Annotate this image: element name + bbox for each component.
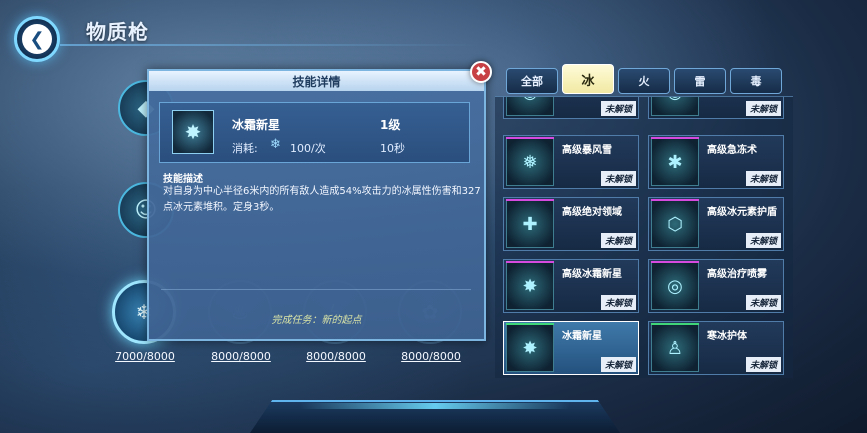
skill-tile[interactable]: ◉ 未解锁 [648, 97, 784, 119]
tab-fire[interactable]: 火 [618, 68, 670, 94]
back-arrow-icon: ❮ [22, 24, 52, 54]
ice-armor-icon: ♙ [651, 324, 699, 372]
locked-badge: 未解锁 [600, 357, 636, 372]
skill-tile[interactable]: ♙ 寒冰护体 未解锁 [648, 321, 784, 375]
back-button[interactable]: ❮ [14, 16, 60, 62]
skill-tile-name: 寒冰护体 [707, 331, 747, 342]
rarity-bar [651, 323, 699, 325]
close-button[interactable]: ✖ [470, 61, 492, 83]
skill-tile-name: 高级冰元素护盾 [707, 207, 777, 218]
bottom-glow [300, 403, 570, 409]
weapon-slot-value: 8000/8000 [306, 350, 366, 363]
popup-title: 技能详情 [149, 71, 484, 91]
skill-list[interactable]: ◉ 未解锁 ◉ 未解锁 ❅ 高级暴风雪 未解锁 ✱ 高级急冻术 未解锁 ✚ 高级… [495, 96, 793, 378]
skill-tile[interactable]: ❅ 高级暴风雪 未解锁 [503, 135, 639, 189]
skill-tile-name: 高级治疗喷雾 [707, 269, 767, 280]
skill-tile[interactable]: ✱ 高级急冻术 未解锁 [648, 135, 784, 189]
locked-badge: 未解锁 [745, 233, 781, 248]
description-title: 技能描述 [163, 174, 203, 185]
rarity-bar [506, 199, 554, 201]
header-divider [60, 44, 480, 46]
rarity-bar [651, 199, 699, 201]
ice-shield-icon: ⬡ [651, 200, 699, 248]
weapon-slot-value: 8000/8000 [211, 350, 271, 363]
skill-tile-name: 高级暴风雪 [562, 145, 612, 156]
tab-ice[interactable]: 冰 [562, 64, 614, 94]
task-requirement: 完成任务：新的起点 [271, 315, 362, 326]
skill-tile[interactable]: ⬡ 高级冰元素护盾 未解锁 [648, 197, 784, 251]
skill-tile-selected[interactable]: ✸ 冰霜新星 未解锁 [503, 321, 639, 375]
skill-level: 1级 [380, 118, 401, 132]
skill-cooldown: 10秒 [380, 142, 405, 155]
rarity-bar [506, 323, 554, 325]
skill-tile[interactable]: ◎ 高级治疗喷雾 未解锁 [648, 259, 784, 313]
locked-badge: 未解锁 [745, 295, 781, 310]
skill-tile[interactable]: ✚ 高级绝对领域 未解锁 [503, 197, 639, 251]
skill-name: 冰霜新星 [232, 118, 281, 132]
element-tabs: 全部 冰 火 雷 毒 [506, 64, 786, 96]
skill-icon: ◉ [651, 97, 699, 116]
healing-spray-icon: ◎ [651, 262, 699, 310]
skill-card: ✸ 冰霜新星 1级 消耗: ❄ 100/次 10秒 [159, 102, 470, 163]
locked-badge: 未解锁 [600, 171, 636, 186]
snowflake-icon: ❄ [270, 137, 281, 152]
rarity-bar [651, 137, 699, 139]
deep-freeze-icon: ✱ [651, 138, 699, 186]
skill-icon: ◉ [506, 97, 554, 116]
weapon-slot-value: 7000/8000 [115, 350, 175, 363]
locked-badge: 未解锁 [745, 171, 781, 186]
tab-poison[interactable]: 毒 [730, 68, 782, 94]
rarity-bar [506, 137, 554, 139]
close-icon: ✖ [475, 64, 487, 80]
frost-nova-icon: ✸ [172, 110, 214, 154]
skill-tile[interactable]: ✸ 高级冰霜新星 未解锁 [503, 259, 639, 313]
skill-cost-label: 消耗: [232, 142, 258, 155]
weapon-slot-value: 8000/8000 [401, 350, 461, 363]
skill-tile-name: 高级绝对领域 [562, 207, 622, 218]
skill-tile-name: 冰霜新星 [562, 331, 602, 342]
locked-badge: 未解锁 [745, 357, 781, 372]
tab-thunder[interactable]: 雷 [674, 68, 726, 94]
rarity-bar [651, 261, 699, 263]
skill-tile[interactable]: ◉ 未解锁 [503, 97, 639, 119]
popup-divider [161, 289, 471, 290]
locked-badge: 未解锁 [745, 101, 781, 116]
frost-nova-icon: ✸ [506, 324, 554, 372]
locked-badge: 未解锁 [600, 233, 636, 248]
skill-tile-name: 高级冰霜新星 [562, 269, 622, 280]
locked-badge: 未解锁 [600, 101, 636, 116]
rarity-bar [506, 261, 554, 263]
tab-all[interactable]: 全部 [506, 68, 558, 94]
page-title: 物质枪 [86, 20, 149, 44]
locked-badge: 未解锁 [600, 295, 636, 310]
skill-cost-value: 100/次 [290, 142, 326, 155]
skill-tile-name: 高级急冻术 [707, 145, 757, 156]
absolute-field-icon: ✚ [506, 200, 554, 248]
blizzard-icon: ❅ [506, 138, 554, 186]
skill-detail-popup: 技能详情 ✸ 冰霜新星 1级 消耗: ❄ 100/次 10秒 技能描述 对自身为… [147, 69, 486, 341]
frost-nova-icon: ✸ [506, 262, 554, 310]
description-text: 对自身为中心半径6米内的所有敌人造成54%攻击力的冰属性伤害和327点冰元素堆积… [163, 186, 481, 213]
